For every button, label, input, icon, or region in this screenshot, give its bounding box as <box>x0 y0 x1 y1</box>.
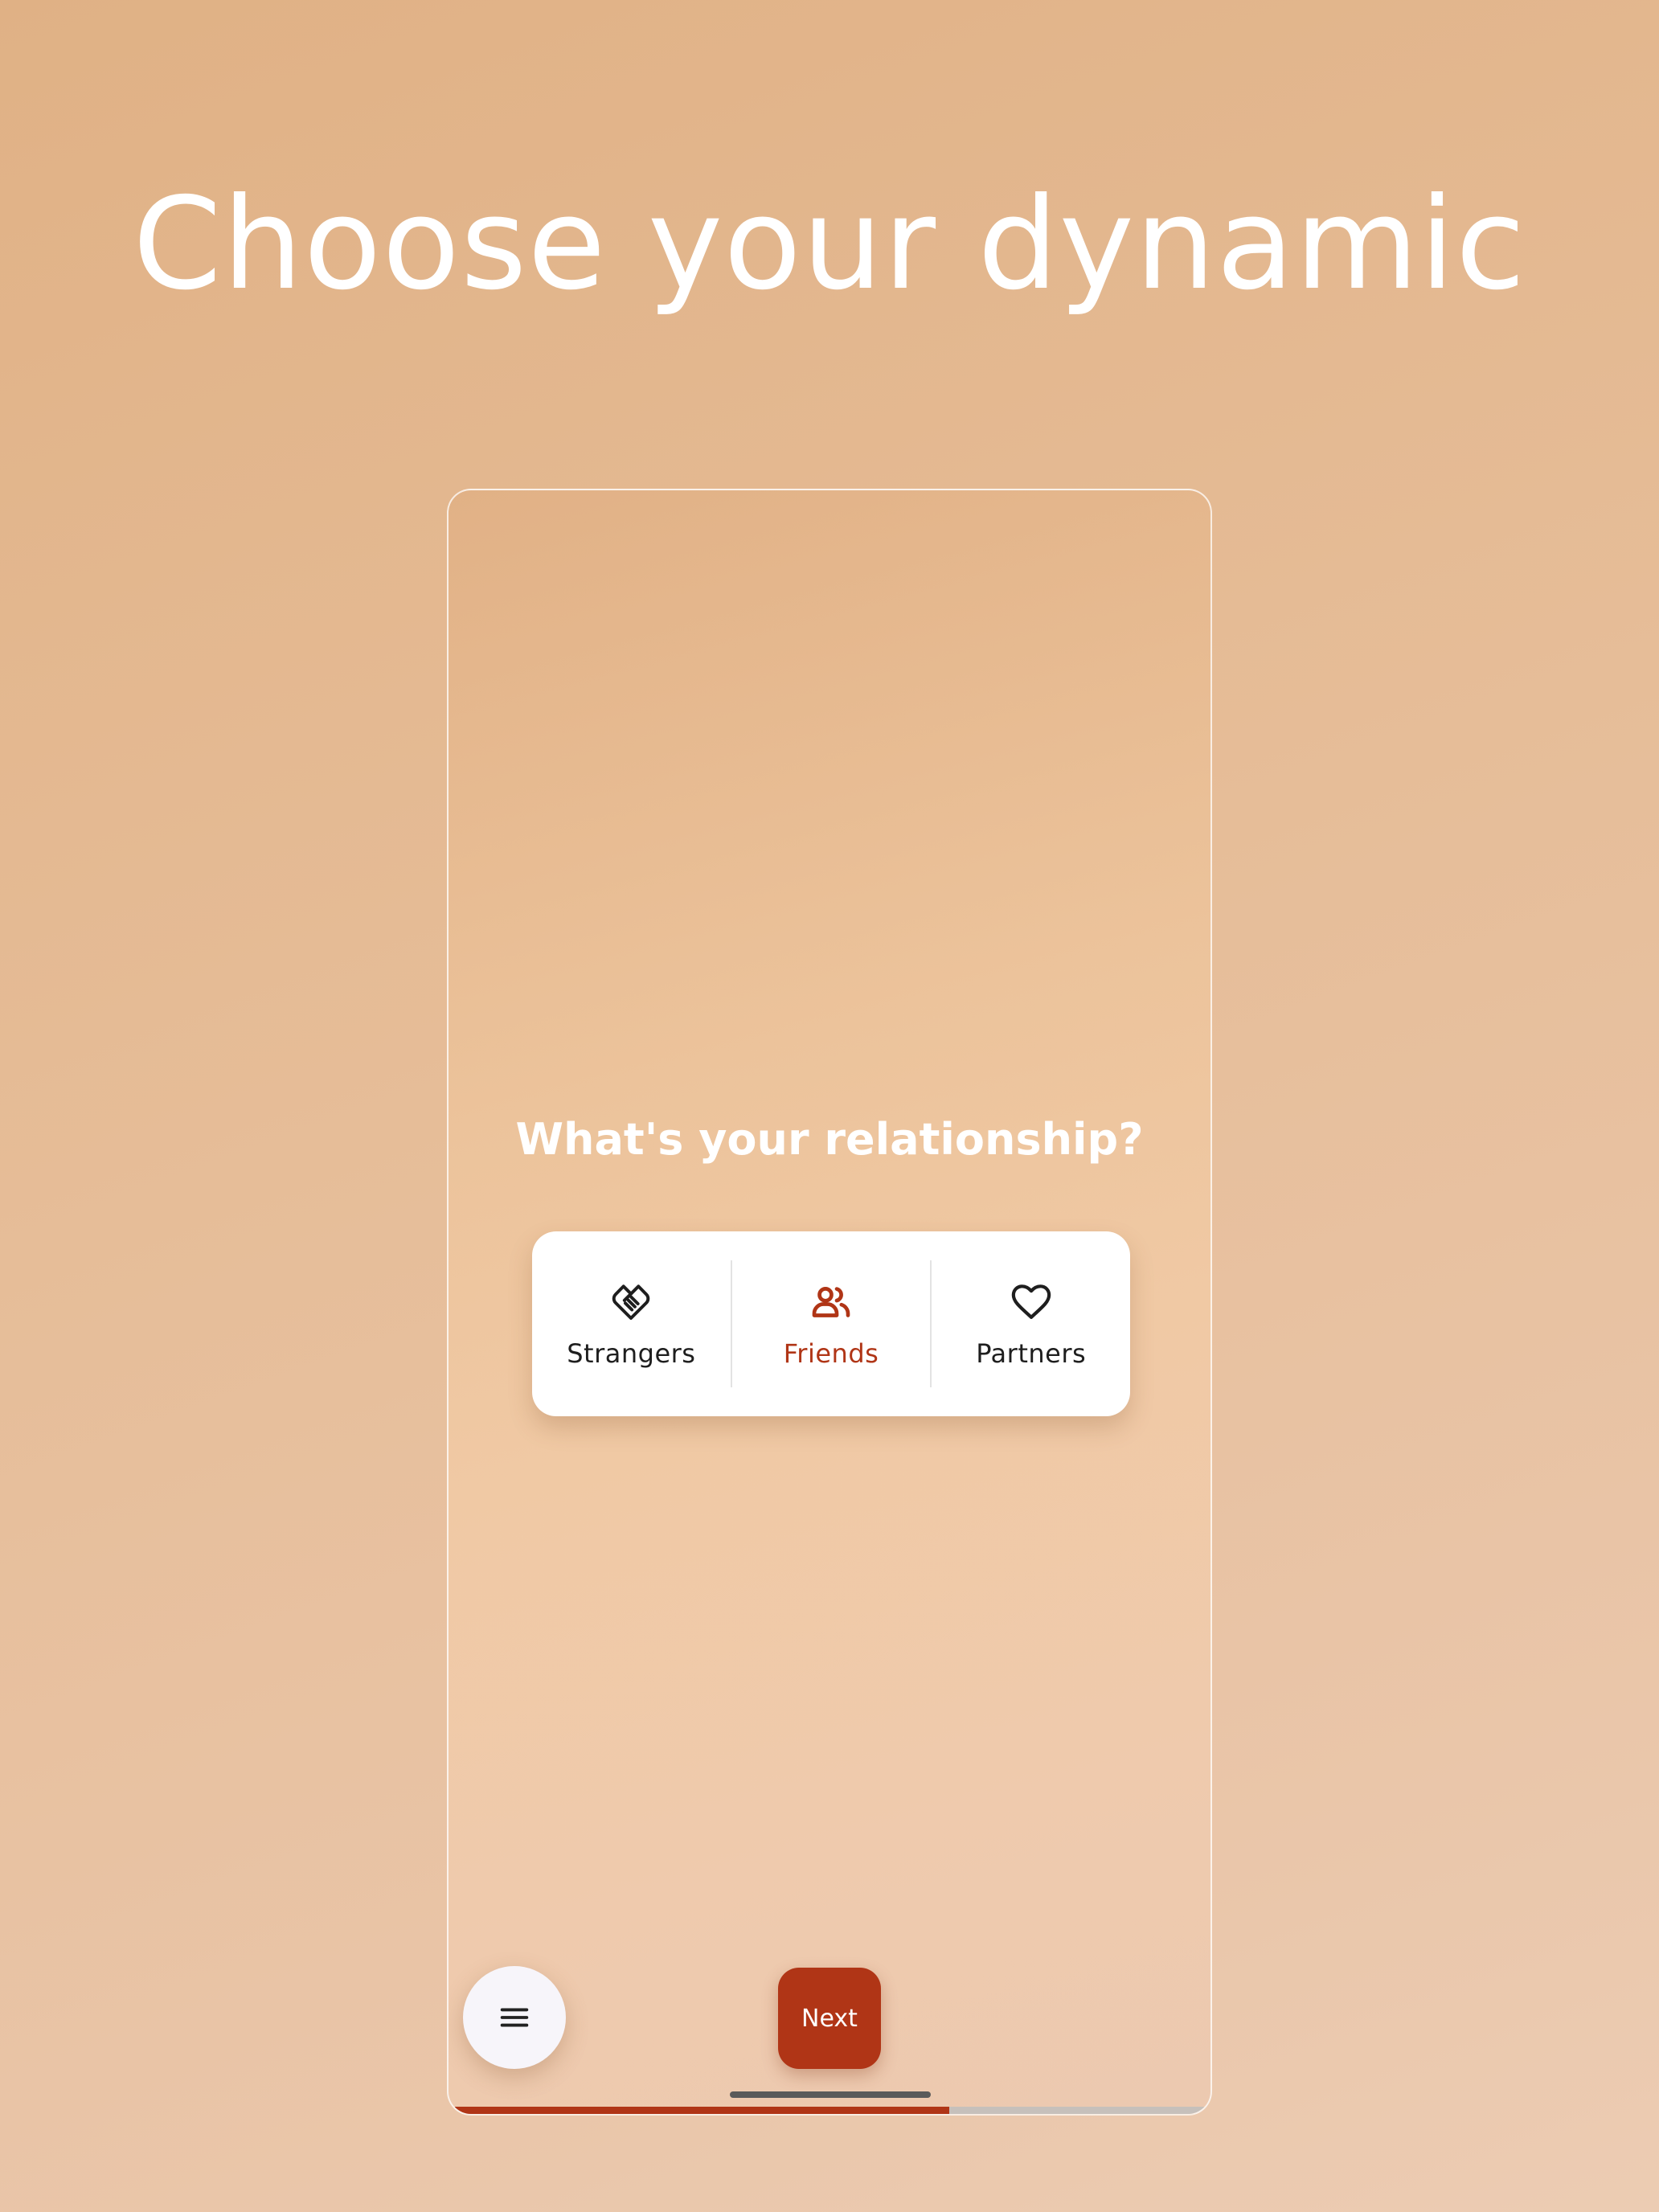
progress-bar <box>455 2107 1204 2114</box>
phone-screen: What's your relationship? Strangers Frie… <box>447 489 1212 2116</box>
people-icon <box>812 1287 850 1317</box>
relationship-selector: Strangers Friends Partners <box>532 1231 1130 1416</box>
page-title: Choose your dynamic <box>133 170 1526 318</box>
option-label: Partners <box>976 1338 1087 1369</box>
next-button[interactable]: Next <box>778 1968 881 2069</box>
home-indicator <box>730 2091 931 2098</box>
option-strangers[interactable]: Strangers <box>532 1231 731 1416</box>
relationship-question: What's your relationship? <box>515 1114 1144 1165</box>
option-label: Friends <box>783 1338 879 1369</box>
option-label: Strangers <box>567 1338 696 1369</box>
handshake-icon <box>612 1284 650 1320</box>
option-partners[interactable]: Partners <box>932 1231 1130 1416</box>
progress-fill <box>455 2107 950 2114</box>
menu-icon <box>500 2008 529 2027</box>
option-friends[interactable]: Friends <box>732 1231 931 1416</box>
heart-icon <box>1011 1284 1051 1319</box>
menu-button[interactable] <box>463 1966 566 2069</box>
